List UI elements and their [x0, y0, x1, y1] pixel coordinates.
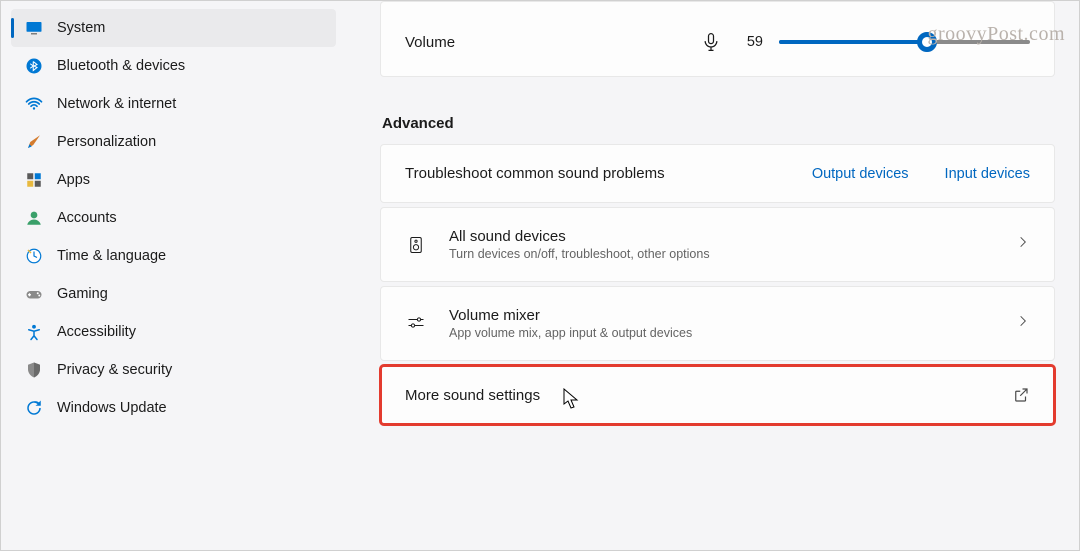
- gamepad-icon: [25, 285, 43, 303]
- watermark: groovyPost.com: [927, 23, 1065, 46]
- sidebar-item-label: Accessibility: [57, 324, 136, 340]
- sidebar-item-gaming[interactable]: Gaming: [11, 275, 336, 313]
- sidebar-item-label: Apps: [57, 172, 90, 188]
- sidebar-item-network[interactable]: Network & internet: [11, 85, 336, 123]
- more-sound-settings-row[interactable]: More sound settings: [380, 365, 1055, 425]
- volume-label: Volume: [405, 34, 685, 51]
- mixer-icon: [405, 313, 427, 335]
- sidebar-item-label: Time & language: [57, 248, 166, 264]
- all-devices-title: All sound devices: [449, 228, 1016, 245]
- globe-clock-icon: [25, 247, 43, 265]
- more-sound-title: More sound settings: [405, 387, 1012, 404]
- volume-mixer-row[interactable]: Volume mixer App volume mix, app input &…: [380, 286, 1055, 361]
- mixer-title: Volume mixer: [449, 307, 1016, 324]
- sidebar-item-label: Bluetooth & devices: [57, 58, 185, 74]
- sidebar-item-personalization[interactable]: Personalization: [11, 123, 336, 161]
- sidebar-item-accounts[interactable]: Accounts: [11, 199, 336, 237]
- sidebar-item-label: Accounts: [57, 210, 117, 226]
- person-icon: [25, 209, 43, 227]
- microphone-icon[interactable]: [701, 32, 721, 52]
- apps-icon: [25, 171, 43, 189]
- bluetooth-icon: [25, 57, 43, 75]
- troubleshoot-row: Troubleshoot common sound problems Outpu…: [380, 144, 1055, 203]
- sidebar-item-time-language[interactable]: Time & language: [11, 237, 336, 275]
- troubleshoot-title: Troubleshoot common sound problems: [405, 165, 776, 182]
- all-sound-devices-row[interactable]: All sound devices Turn devices on/off, t…: [380, 207, 1055, 282]
- sidebar-item-label: Privacy & security: [57, 362, 172, 378]
- output-devices-link[interactable]: Output devices: [812, 166, 909, 182]
- paintbrush-icon: [25, 133, 43, 151]
- volume-value: 59: [737, 34, 763, 50]
- all-devices-sub: Turn devices on/off, troubleshoot, other…: [449, 247, 1016, 261]
- main-content: groovyPost.com Volume 59 Advanced Troubl…: [344, 1, 1079, 550]
- sidebar-item-system[interactable]: System: [11, 9, 336, 47]
- sidebar-item-label: System: [57, 20, 105, 36]
- sidebar: System Bluetooth & devices Network & int…: [1, 1, 344, 550]
- shield-icon: [25, 361, 43, 379]
- sidebar-item-label: Windows Update: [57, 400, 167, 416]
- mixer-sub: App volume mix, app input & output devic…: [449, 326, 1016, 340]
- sidebar-item-privacy[interactable]: Privacy & security: [11, 351, 336, 389]
- sidebar-item-label: Network & internet: [57, 96, 176, 112]
- input-devices-link[interactable]: Input devices: [945, 166, 1030, 182]
- display-icon: [25, 19, 43, 37]
- sidebar-item-bluetooth[interactable]: Bluetooth & devices: [11, 47, 336, 85]
- sidebar-item-label: Gaming: [57, 286, 108, 302]
- sidebar-item-apps[interactable]: Apps: [11, 161, 336, 199]
- chevron-right-icon: [1016, 235, 1030, 254]
- open-external-icon: [1012, 386, 1030, 404]
- advanced-section-title: Advanced: [382, 115, 1055, 132]
- speaker-icon: [405, 234, 427, 256]
- wifi-icon: [25, 95, 43, 113]
- accessibility-icon: [25, 323, 43, 341]
- sidebar-item-label: Personalization: [57, 134, 156, 150]
- sidebar-item-accessibility[interactable]: Accessibility: [11, 313, 336, 351]
- sidebar-item-windows-update[interactable]: Windows Update: [11, 389, 336, 427]
- update-icon: [25, 399, 43, 417]
- chevron-right-icon: [1016, 314, 1030, 333]
- truncated-header: [405, 2, 1030, 10]
